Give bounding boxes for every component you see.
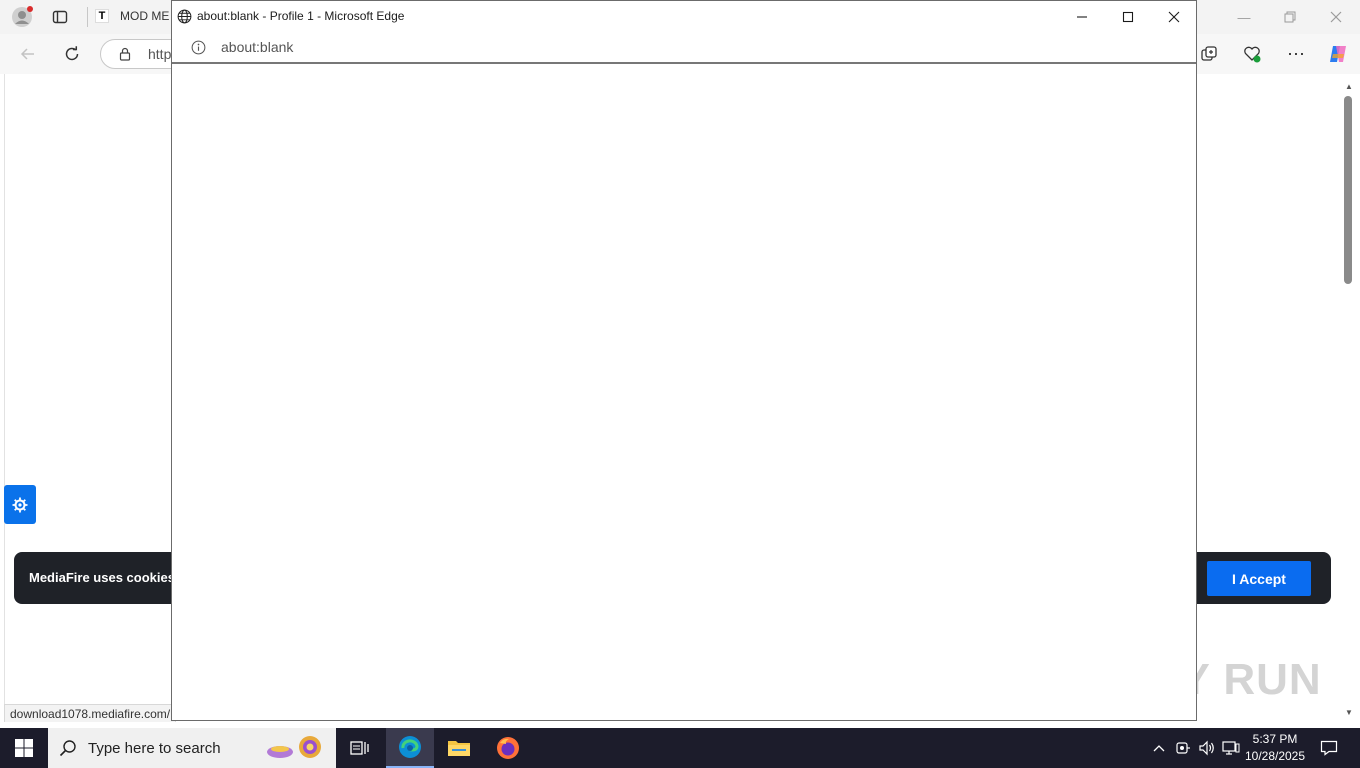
tab-title[interactable]: MOD ME (120, 9, 169, 23)
taskbar: Type here to search 5:37 PM 10/28/2025 (0, 728, 1360, 768)
task-view-icon (350, 741, 369, 755)
lock-icon[interactable] (116, 45, 134, 63)
address-text[interactable]: http (148, 46, 171, 62)
status-bar-url: download1078.mediafire.com/ (4, 704, 177, 722)
volume-icon[interactable] (1196, 728, 1218, 768)
copilot-icon[interactable] (1326, 42, 1350, 66)
accept-cookies-button[interactable]: I Accept (1207, 561, 1311, 596)
tab-separator (87, 7, 88, 27)
clock-time: 5:37 PM (1252, 732, 1298, 746)
scroll-up-icon[interactable]: ▲ (1342, 80, 1356, 92)
settings-gear-button[interactable] (4, 485, 36, 524)
search-placeholder: Type here to search (88, 740, 221, 757)
popup-url-text[interactable]: about:blank (221, 39, 293, 55)
tab-actions-icon[interactable] (48, 6, 72, 28)
more-options-icon[interactable]: ⋯ (1284, 42, 1308, 66)
scroll-thumb[interactable] (1344, 96, 1352, 284)
network-icon[interactable] (1220, 728, 1242, 768)
scroll-down-icon[interactable]: ▼ (1342, 706, 1356, 718)
bg-close-icon[interactable] (1313, 4, 1359, 30)
popup-close-icon[interactable] (1151, 3, 1197, 31)
bg-minimize-icon[interactable]: — (1221, 4, 1267, 30)
clock-date: 10/28/2025 (1244, 749, 1306, 763)
popup-window: about:blank - Profile 1 - Microsoft Edge… (171, 0, 1197, 721)
collections-icon[interactable] (1197, 42, 1221, 66)
popup-address-bar[interactable] (172, 32, 1196, 64)
task-view-button[interactable] (336, 728, 384, 768)
globe-icon (176, 8, 192, 24)
notifications-icon[interactable] (1312, 728, 1346, 768)
browser-essentials-icon[interactable] (1240, 42, 1264, 66)
taskbar-clock[interactable]: 5:37 PM 10/28/2025 (1240, 731, 1310, 765)
bg-restore-icon[interactable] (1267, 4, 1313, 30)
search-icon (58, 738, 78, 758)
tab-favicon: T (95, 9, 109, 23)
back-arrow-icon[interactable] (16, 42, 40, 66)
firefox-icon (497, 737, 519, 759)
gear-icon (12, 497, 28, 512)
cookie-banner-text: MediaFire uses cookies t (29, 570, 183, 585)
popup-minimize-icon[interactable] (1059, 3, 1105, 31)
taskbar-firefox-button[interactable] (484, 728, 532, 768)
popup-window-title: about:blank - Profile 1 - Microsoft Edge (197, 9, 405, 23)
taskbar-file-explorer-button[interactable] (435, 728, 483, 768)
start-button[interactable] (0, 728, 48, 768)
taskbar-edge-button[interactable] (386, 728, 434, 768)
folder-icon (448, 741, 470, 756)
taskbar-search-box[interactable]: Type here to search (48, 728, 336, 768)
tray-overflow-icon[interactable] (1150, 728, 1168, 768)
popup-maximize-icon[interactable] (1105, 3, 1151, 31)
windows-logo-icon (15, 739, 33, 757)
search-highlight-icon (264, 734, 324, 762)
refresh-icon[interactable] (60, 42, 84, 66)
profile-avatar-icon[interactable] (9, 5, 35, 29)
usb-device-icon[interactable] (1173, 728, 1193, 768)
info-icon[interactable] (190, 39, 206, 55)
edge-icon (399, 736, 421, 758)
